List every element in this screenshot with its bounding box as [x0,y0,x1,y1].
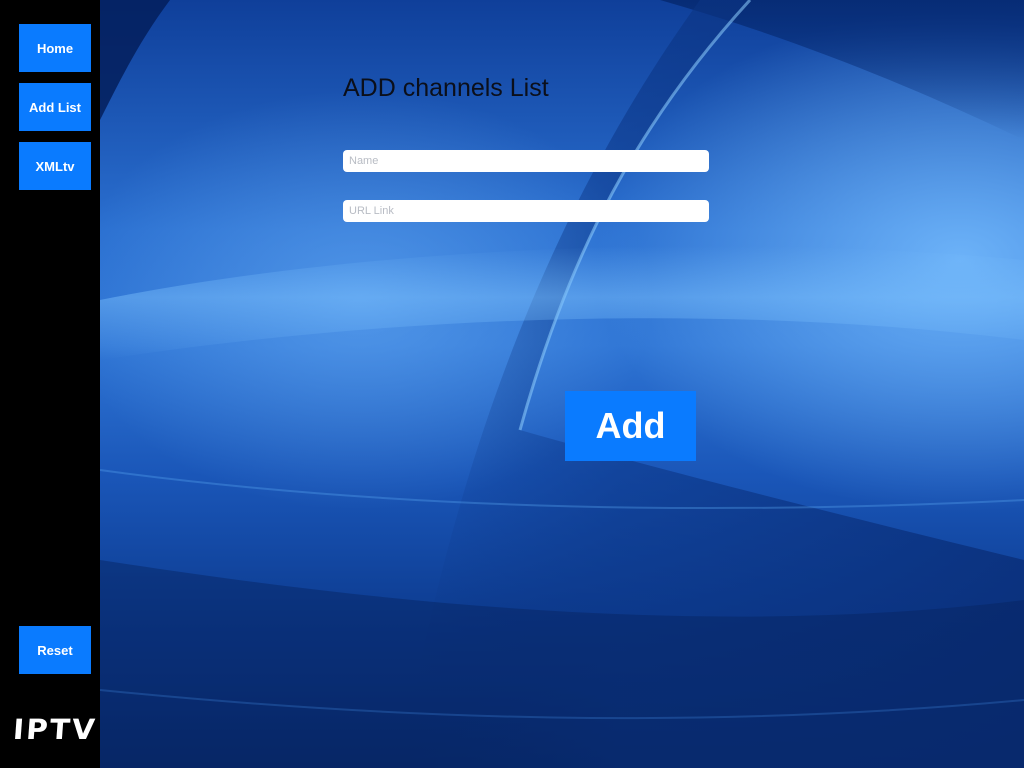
xmltv-button[interactable]: XMLtv [19,142,91,190]
url-link-input[interactable] [343,200,709,222]
xmltv-button-label: XMLtv [35,158,75,174]
add-button[interactable]: Add [565,391,696,461]
reset-button-label: Reset [37,642,73,658]
reset-button[interactable]: Reset [19,626,91,674]
background-wallpaper [100,0,1024,768]
home-button-label: Home [36,40,74,56]
name-input[interactable] [343,150,709,172]
sidebar: Home Add List XMLtv Reset IPTV [0,0,100,768]
main-content: ADD channels List Add [100,0,1024,768]
app-window: Home Add List XMLtv Reset IPTV ADD chann… [0,0,1024,768]
page-title: ADD channels List [343,74,549,102]
add-button-label: Add [595,405,666,446]
home-button[interactable]: Home [19,24,91,72]
add-list-button[interactable]: Add List [19,83,91,131]
add-list-button-label: Add List [29,99,81,115]
iptv-logo: IPTV [11,712,99,746]
